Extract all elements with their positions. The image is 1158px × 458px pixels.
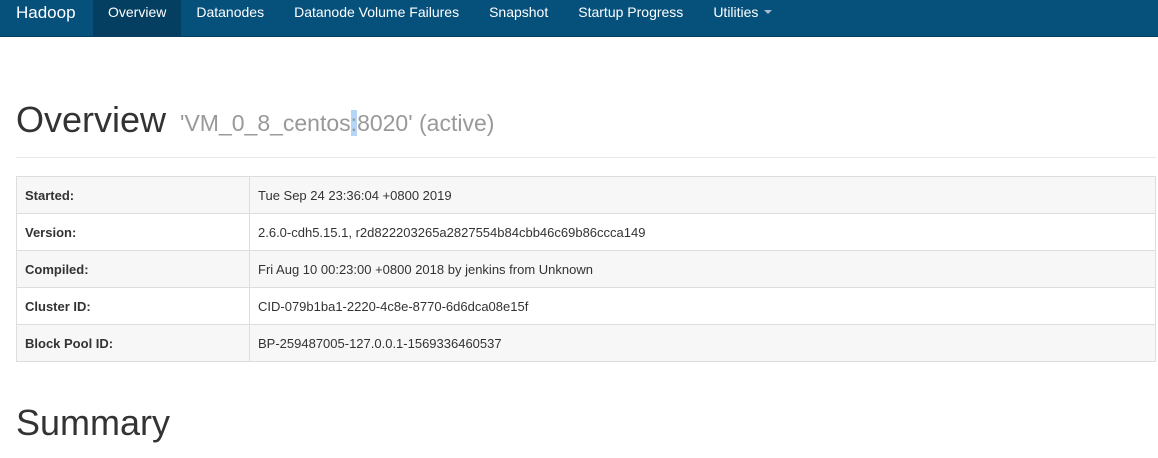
row-value: BP-259487005-127.0.0.1-1569336460537 — [249, 324, 1156, 362]
brand-logo[interactable]: Hadoop — [16, 0, 76, 37]
row-label: Version: — [16, 213, 250, 251]
top-navbar: Hadoop Overview Datanodes Datanode Volum… — [0, 0, 1158, 37]
page-title: Overview 'VM_0_8_centos:8020' (active) — [16, 98, 494, 145]
row-value: Tue Sep 24 23:36:04 +0800 2019 — [249, 176, 1156, 214]
page-header: Overview 'VM_0_8_centos:8020' (active) — [16, 98, 1156, 158]
page-subtitle: 'VM_0_8_centos:8020' (active) — [180, 110, 494, 136]
page-title-text: Overview — [16, 99, 167, 140]
row-label: Block Pool ID: — [16, 324, 250, 362]
row-label: Compiled: — [16, 250, 250, 288]
subtitle-port-state: 8020' (active) — [357, 110, 495, 136]
table-row: Compiled: Fri Aug 10 00:23:00 +0800 2018… — [16, 250, 1156, 288]
table-row: Cluster ID: CID-079b1ba1-2220-4c8e-8770-… — [16, 287, 1156, 325]
nav-item-datanode-volume-failures[interactable]: Datanode Volume Failures — [279, 0, 474, 37]
nav-item-utilities[interactable]: Utilities — [698, 0, 787, 37]
subtitle-host: 'VM_0_8_centos — [180, 110, 351, 136]
row-value: Fri Aug 10 00:23:00 +0800 2018 by jenkin… — [249, 250, 1156, 288]
row-value: 2.6.0-cdh5.15.1, r2d822203265a2827554b84… — [249, 213, 1156, 251]
row-label: Cluster ID: — [16, 287, 250, 325]
nav-item-datanodes[interactable]: Datanodes — [181, 0, 279, 37]
chevron-down-icon — [764, 10, 773, 14]
nav-item-utilities-label: Utilities — [713, 4, 759, 20]
row-value: CID-079b1ba1-2220-4c8e-8770-6d6dca08e15f — [249, 287, 1156, 325]
overview-table: Started: Tue Sep 24 23:36:04 +0800 2019 … — [16, 176, 1156, 362]
summary-heading: Summary — [16, 402, 171, 443]
table-row: Started: Tue Sep 24 23:36:04 +0800 2019 — [16, 176, 1156, 214]
table-row: Version: 2.6.0-cdh5.15.1, r2d822203265a2… — [16, 213, 1156, 251]
nav-menu: Overview Datanodes Datanode Volume Failu… — [93, 0, 787, 37]
row-label: Started: — [16, 176, 250, 214]
nav-item-snapshot[interactable]: Snapshot — [474, 0, 563, 37]
table-row: Block Pool ID: BP-259487005-127.0.0.1-15… — [16, 324, 1156, 362]
nav-item-overview[interactable]: Overview — [93, 0, 182, 37]
nav-item-startup-progress[interactable]: Startup Progress — [563, 0, 698, 37]
